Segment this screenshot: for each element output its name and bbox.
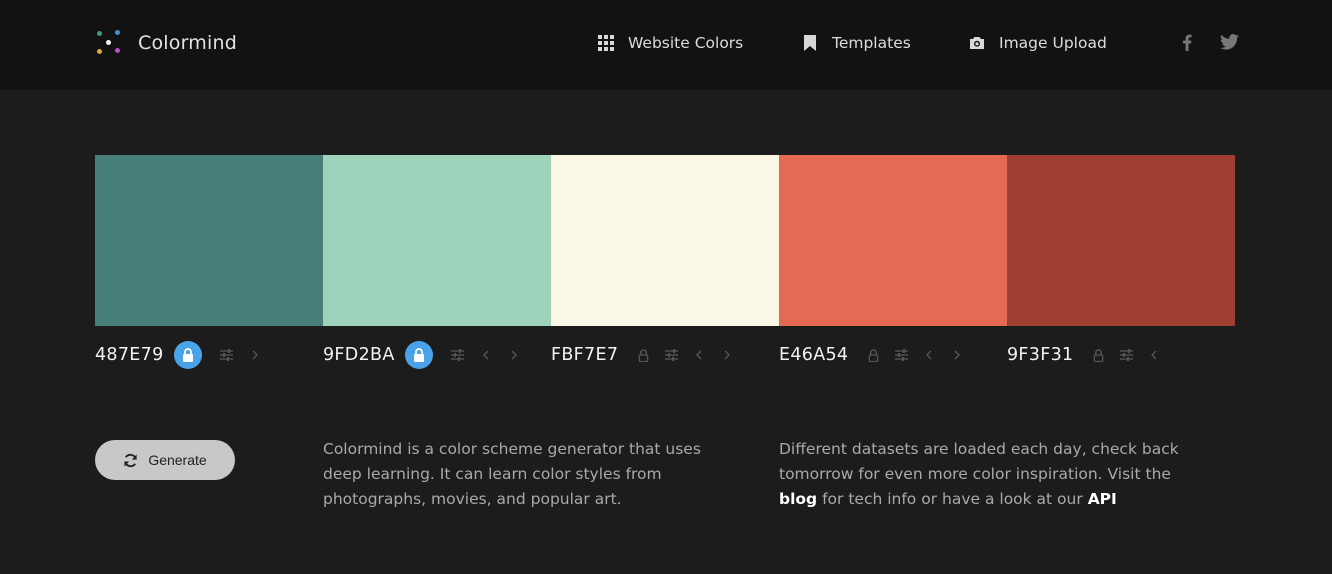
move-right-button[interactable]: [248, 348, 262, 362]
chevron-right-icon: [724, 350, 731, 360]
adjust-button[interactable]: [894, 348, 908, 362]
camera-icon: [970, 37, 984, 49]
bookmark-icon: [804, 35, 816, 51]
api-link[interactable]: API: [1088, 490, 1117, 508]
top-navigation-bar: Colormind Website Colors Templates Image…: [0, 0, 1332, 90]
hex-code: 9F3F31: [1007, 345, 1074, 365]
nav-image-upload-label: Image Upload: [999, 34, 1107, 52]
swatch-controls-3: FBF7E7: [551, 341, 734, 369]
move-left-button[interactable]: [479, 348, 493, 362]
chevron-left-icon: [926, 350, 932, 360]
color-swatch-4[interactable]: [779, 155, 1007, 326]
color-swatch-2[interactable]: [323, 155, 551, 326]
chevron-left-icon: [1151, 350, 1157, 360]
about-text: Colormind is a color scheme generator th…: [323, 440, 701, 508]
nav-website-colors[interactable]: Website Colors: [598, 32, 743, 54]
hex-code: E46A54: [779, 345, 849, 365]
blog-link[interactable]: blog: [779, 490, 817, 508]
unlock-icon: [868, 348, 879, 362]
chevron-right-icon: [252, 350, 258, 360]
adjust-button[interactable]: [1119, 348, 1133, 362]
sliders-icon: [1119, 349, 1133, 361]
hex-code: 9FD2BA: [323, 345, 395, 365]
generate-label: Generate: [148, 452, 207, 468]
adjust-button[interactable]: [664, 348, 678, 362]
nav-templates[interactable]: Templates: [802, 32, 911, 54]
lock-icon: [182, 348, 193, 362]
lock-button[interactable]: [173, 341, 202, 369]
brand-name: Colormind: [138, 32, 237, 54]
lock-button[interactable]: [636, 348, 650, 362]
swatch-controls-1: 487E79: [95, 341, 262, 369]
move-left-button[interactable]: [1147, 348, 1161, 362]
sliders-icon: [664, 349, 678, 361]
datasets-text-before: Different datasets are loaded each day, …: [779, 440, 1179, 483]
adjust-button[interactable]: [220, 348, 234, 362]
unlock-icon: [1093, 348, 1104, 362]
grid-icon: [598, 35, 614, 51]
facebook-link[interactable]: [1177, 32, 1197, 52]
color-swatch-1[interactable]: [95, 155, 323, 326]
move-right-button[interactable]: [720, 348, 734, 362]
hex-code: FBF7E7: [551, 345, 619, 365]
refresh-icon: [124, 453, 137, 467]
move-right-button[interactable]: [507, 348, 521, 362]
twitter-icon: [1219, 34, 1239, 50]
chevron-left-icon: [482, 350, 489, 360]
datasets-text: Different datasets are loaded each day, …: [779, 437, 1179, 512]
color-swatch-3[interactable]: [551, 155, 779, 326]
lock-button[interactable]: [866, 348, 880, 362]
swatch-controls-5: 9F3F31: [1007, 341, 1161, 369]
sliders-icon: [894, 349, 908, 361]
chevron-right-icon: [954, 350, 961, 360]
lock-button[interactable]: [404, 341, 433, 369]
generate-button[interactable]: Generate: [95, 440, 235, 480]
nav-templates-label: Templates: [832, 34, 911, 52]
move-left-button[interactable]: [692, 348, 706, 362]
move-left-button[interactable]: [922, 348, 936, 362]
nav-website-colors-label: Website Colors: [628, 34, 744, 52]
unlock-icon: [638, 348, 649, 362]
colormind-logo-icon: [95, 28, 123, 58]
color-swatch-5[interactable]: [1007, 155, 1235, 326]
adjust-button[interactable]: [451, 348, 465, 362]
lock-icon: [413, 348, 424, 362]
move-right-button[interactable]: [950, 348, 964, 362]
chevron-right-icon: [511, 350, 517, 360]
chevron-left-icon: [696, 350, 702, 360]
facebook-icon: [1183, 34, 1192, 51]
datasets-text-middle: for tech info or have a look at our: [822, 490, 1083, 508]
lock-button[interactable]: [1091, 348, 1105, 362]
brand[interactable]: Colormind: [95, 28, 237, 58]
swatch-controls-2: 9FD2BA: [323, 341, 521, 369]
nav-image-upload[interactable]: Image Upload: [969, 32, 1107, 54]
sliders-icon: [451, 349, 465, 361]
twitter-link[interactable]: [1219, 32, 1239, 52]
swatch-controls-4: E46A54: [779, 341, 964, 369]
hex-code: 487E79: [95, 345, 164, 365]
sliders-icon: [220, 349, 234, 361]
